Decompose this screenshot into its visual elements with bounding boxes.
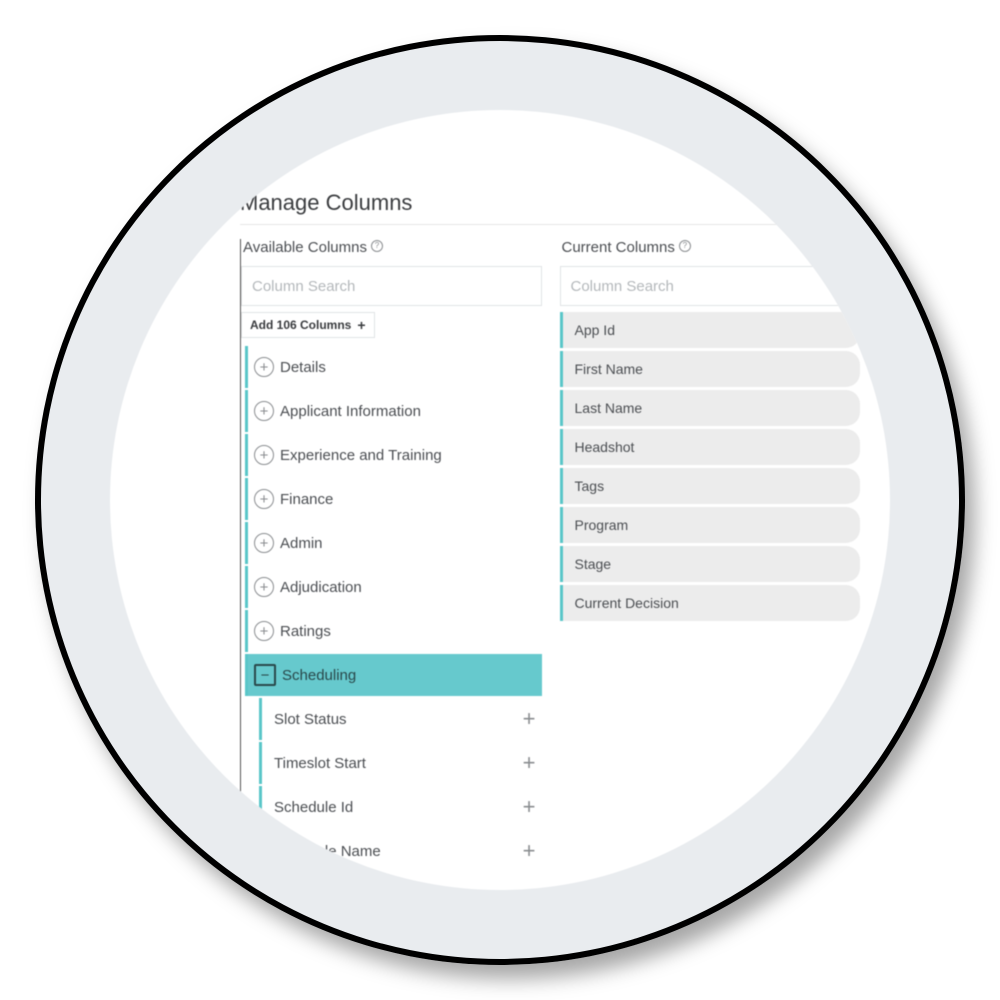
- current-columns-section: Current Columns ? Column Search App Id F…: [560, 239, 861, 890]
- help-icon[interactable]: ?: [679, 240, 691, 252]
- current-column-headshot[interactable]: Headshot: [560, 429, 861, 465]
- add-icon: +: [523, 752, 536, 774]
- framed-circle-inner: Manage Columns Available Columns ? Colum…: [110, 110, 890, 890]
- sub-item-timeslot-start[interactable]: Timeslot Start +: [259, 742, 542, 784]
- category-label: Adjudication: [280, 579, 362, 596]
- current-column-stage[interactable]: Stage: [560, 546, 861, 582]
- available-columns-section: Available Columns ? Column Search Add 10…: [240, 239, 542, 890]
- manage-columns-panel: Manage Columns Available Columns ? Colum…: [240, 190, 860, 890]
- category-scheduling[interactable]: − Scheduling: [245, 654, 542, 696]
- available-search-input[interactable]: Column Search: [241, 266, 542, 306]
- category-details[interactable]: + Details: [245, 346, 542, 388]
- category-finance[interactable]: + Finance: [245, 478, 542, 520]
- page-title: Manage Columns: [240, 190, 860, 225]
- category-label: Details: [280, 359, 326, 376]
- category-admin[interactable]: + Admin: [245, 522, 542, 564]
- current-search-input[interactable]: Column Search: [560, 266, 861, 306]
- current-columns-label: Current Columns ?: [560, 239, 861, 256]
- add-icon: +: [523, 884, 536, 890]
- available-columns-label: Available Columns ?: [241, 239, 542, 256]
- sub-item-schedule-id[interactable]: Schedule Id +: [259, 786, 542, 828]
- scheduling-sublist: Slot Status + Timeslot Start + Schedule …: [259, 698, 542, 890]
- category-label: Ratings: [280, 623, 331, 640]
- category-label: Admin: [280, 535, 323, 552]
- sub-item-slot-status[interactable]: Slot Status +: [259, 698, 542, 740]
- current-column-tags[interactable]: Tags: [560, 468, 861, 504]
- sub-item-label: Timeslot Start: [274, 755, 366, 772]
- category-applicant-information[interactable]: + Applicant Information: [245, 390, 542, 432]
- collapse-icon: −: [254, 664, 276, 686]
- columns-layout: Available Columns ? Column Search Add 10…: [240, 239, 860, 890]
- expand-icon: +: [254, 621, 274, 641]
- help-icon[interactable]: ?: [371, 240, 383, 252]
- expand-icon: +: [254, 577, 274, 597]
- sub-item-label: Groups: [274, 887, 323, 891]
- current-columns-text: Current Columns: [562, 239, 675, 256]
- plus-icon: +: [357, 318, 365, 332]
- available-columns-text: Available Columns: [243, 239, 367, 256]
- add-icon: +: [523, 708, 536, 730]
- add-icon: +: [523, 840, 536, 862]
- current-column-first-name[interactable]: First Name: [560, 351, 861, 387]
- category-label: Scheduling: [282, 667, 356, 684]
- sub-item-groups[interactable]: Groups +: [259, 874, 542, 890]
- category-ratings[interactable]: + Ratings: [245, 610, 542, 652]
- category-label: Finance: [280, 491, 333, 508]
- expand-icon: +: [254, 401, 274, 421]
- category-label: Experience and Training: [280, 447, 442, 464]
- expand-icon: +: [254, 357, 274, 377]
- expand-icon: +: [254, 533, 274, 553]
- sub-item-label: Schedule Name: [274, 843, 381, 860]
- add-all-columns-button[interactable]: Add 106 Columns +: [241, 312, 375, 338]
- sub-item-schedule-name[interactable]: Schedule Name +: [259, 830, 542, 872]
- framed-circle-outer: Manage Columns Available Columns ? Colum…: [35, 35, 965, 965]
- sub-item-label: Slot Status: [274, 711, 347, 728]
- category-label: Applicant Information: [280, 403, 421, 420]
- category-adjudication[interactable]: + Adjudication: [245, 566, 542, 608]
- current-column-current-decision[interactable]: Current Decision: [560, 585, 861, 621]
- current-column-last-name[interactable]: Last Name: [560, 390, 861, 426]
- current-column-program[interactable]: Program: [560, 507, 861, 543]
- add-icon: +: [523, 796, 536, 818]
- category-experience-and-training[interactable]: + Experience and Training: [245, 434, 542, 476]
- current-column-app-id[interactable]: App Id: [560, 312, 861, 348]
- add-all-columns-label: Add 106 Columns: [250, 318, 351, 332]
- expand-icon: +: [254, 445, 274, 465]
- expand-icon: +: [254, 489, 274, 509]
- sub-item-label: Schedule Id: [274, 799, 353, 816]
